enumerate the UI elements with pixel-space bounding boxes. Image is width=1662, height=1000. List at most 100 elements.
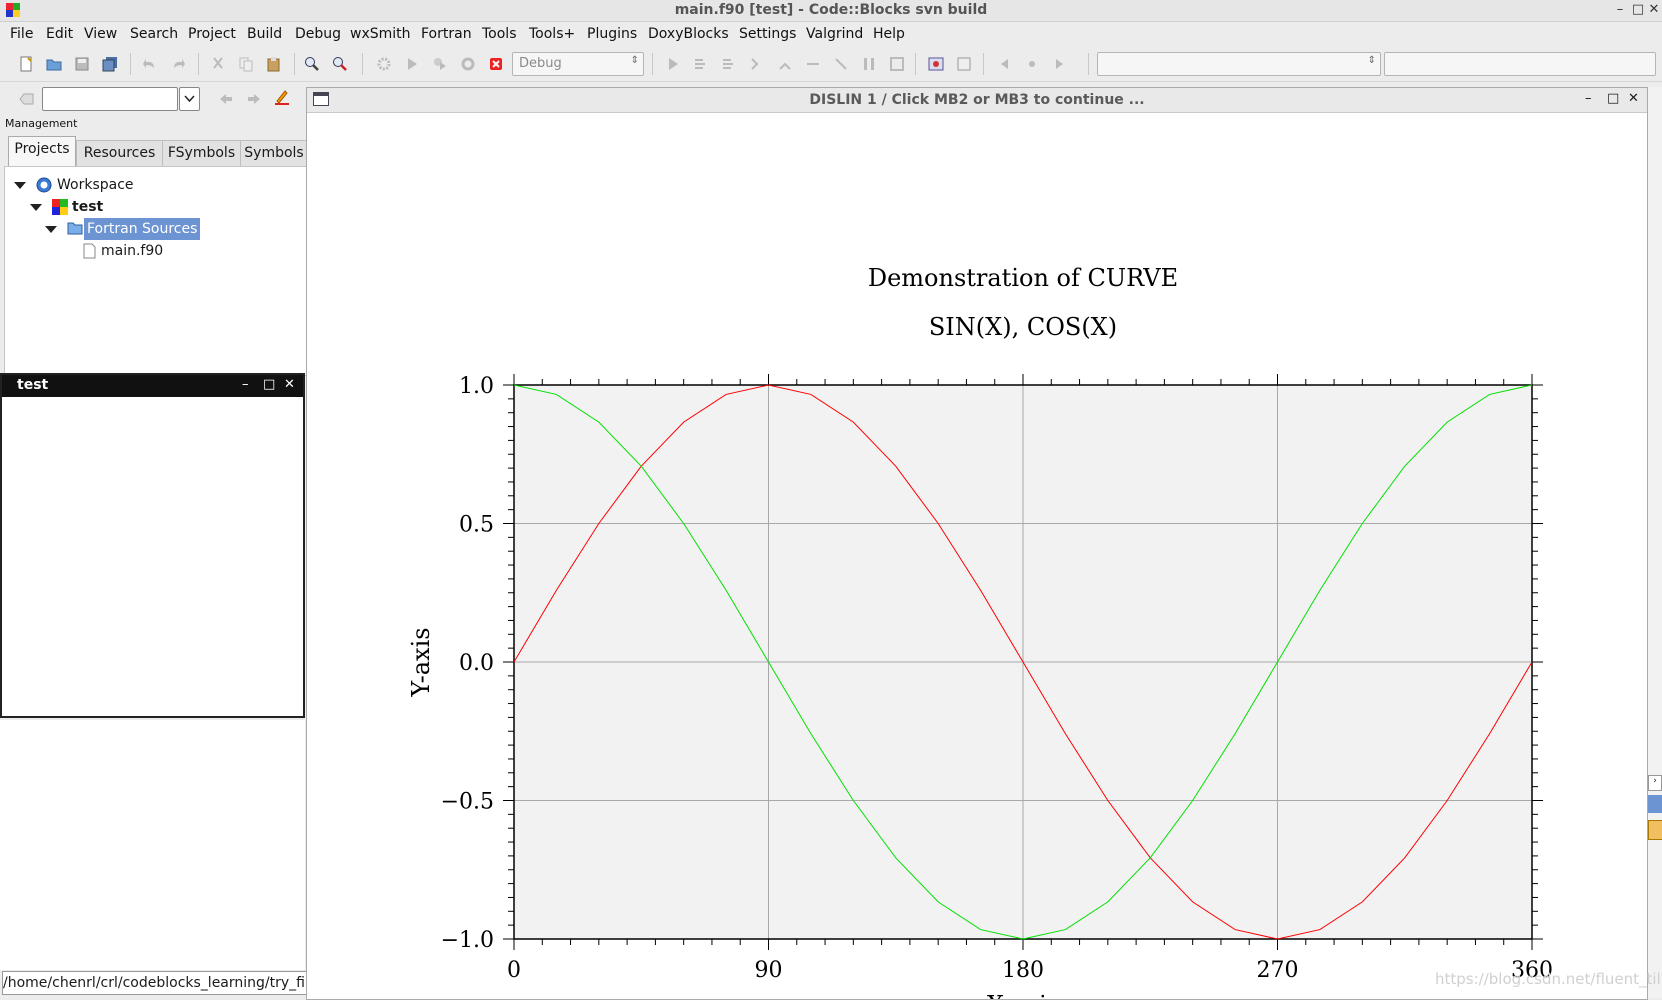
test-panel-header: test – □ ✕ [2,375,303,397]
maximize-icon[interactable]: □ [263,377,275,392]
expand-project-icon[interactable] [30,204,42,211]
menu-debug[interactable]: Debug [295,26,341,42]
menu-edit[interactable]: Edit [46,26,73,42]
search-prev-icon[interactable] [218,91,234,107]
menu-wxsmith[interactable]: wxSmith [350,26,411,42]
menu-tools[interactable]: Tools [482,26,517,42]
maximize-icon[interactable]: □ [1607,91,1619,106]
clear-search-icon[interactable] [18,91,34,107]
menu-project[interactable]: Project [188,26,236,42]
x-tick-label: 0 [507,958,521,983]
find-icon[interactable] [304,56,320,72]
dislin-title-bar: DISLIN 1 / Click MB2 or MB3 to continue … [307,88,1647,113]
search-input[interactable] [42,87,178,111]
status-path: /home/chenrl/crl/codeblocks_learning/try… [2,971,307,995]
project-icon [52,199,68,215]
menu-file[interactable]: File [10,26,33,42]
test-panel-title: test [17,377,49,393]
jump-forward-icon[interactable] [1052,56,1068,72]
scope-select[interactable]: ⇕ [1097,52,1381,76]
menu-plugins[interactable]: Plugins [587,26,637,42]
save-icon[interactable] [74,56,90,72]
chevron-right-icon[interactable]: › [1648,775,1662,791]
rebuild-icon[interactable] [460,56,476,72]
x-tick-label: 90 [755,958,783,983]
expand-workspace-icon[interactable] [14,182,26,189]
y-tick-label: 0.0 [459,651,494,676]
step-out-icon[interactable] [777,56,793,72]
menu-help[interactable]: Help [873,26,905,42]
spin-arrows-icon: ⇕ [1367,55,1376,66]
tree-project-test[interactable]: test [72,196,103,218]
menu-fortran[interactable]: Fortran [421,26,472,42]
cut-icon[interactable] [210,56,226,72]
open-folder-icon[interactable] [46,56,62,72]
new-file-icon[interactable] [18,56,34,72]
curve-plot: 0 90 180 270 3601.00.50.0−0.5−1.0Demonstrati… [407,264,1553,999]
chevron-down-icon [184,95,195,103]
scroll-marker [1648,795,1662,813]
debug-continue-icon[interactable] [665,56,681,72]
run-to-cursor-icon[interactable] [693,56,709,72]
tree-fortran-sources[interactable]: Fortran Sources [84,218,201,240]
minimize-icon[interactable]: – [1612,2,1628,18]
function-select[interactable] [1384,52,1656,76]
build-run-icon[interactable] [432,56,448,72]
tab-fsymbols[interactable]: FSymbols [162,140,241,167]
menu-bar: File Edit View Search Project Build Debu… [0,22,1662,46]
menu-doxyblocks[interactable]: DoxyBlocks [648,26,729,42]
build-target-select[interactable]: Debug ⇕ [512,52,644,76]
close-icon[interactable]: ✕ [1646,2,1662,18]
search-next-icon[interactable] [246,91,262,107]
pause-icon[interactable] [861,56,877,72]
x-tick-label: 270 [1257,958,1299,983]
debug-info-icon[interactable] [956,56,972,72]
redo-icon[interactable] [170,56,186,72]
abort-icon[interactable] [488,56,504,72]
step-instruction-icon[interactable] [833,56,849,72]
undo-icon[interactable] [142,56,158,72]
minimize-icon[interactable]: – [242,377,249,392]
bookmark-icon[interactable] [1024,56,1040,72]
copy-icon[interactable] [238,56,254,72]
folder-open-icon [67,222,83,235]
jump-back-icon[interactable] [996,56,1012,72]
chart-subtitle: SIN(X), COS(X) [929,313,1117,341]
save-all-icon[interactable] [102,56,118,72]
file-icon [83,243,96,259]
note-icon [1648,820,1662,840]
tree-workspace[interactable]: Workspace [57,174,134,196]
menu-settings[interactable]: Settings [739,26,796,42]
paste-icon[interactable] [266,56,282,72]
maximize-icon[interactable]: □ [1630,2,1646,18]
tab-symbols[interactable]: Symbols [240,140,308,167]
close-icon[interactable]: ✕ [284,377,295,392]
run-icon[interactable] [404,56,420,72]
build-gear-icon[interactable] [376,56,392,72]
debug-windows-icon[interactable] [928,56,944,72]
step-into-icon[interactable] [749,56,765,72]
management-label: Management [5,117,78,130]
replace-icon[interactable] [332,56,348,72]
tree-file-main-f90[interactable]: main.f90 [101,240,163,262]
tab-resources[interactable]: Resources [76,140,163,167]
y-tick-label: 1.0 [459,374,494,399]
tab-projects[interactable]: Projects [8,136,76,167]
highlight-icon[interactable] [274,89,290,105]
menu-view[interactable]: View [84,26,117,42]
stop-debug-icon[interactable] [889,56,905,72]
close-icon[interactable]: ✕ [1628,91,1639,106]
chart-title: Demonstration of CURVE [868,264,1178,292]
menu-build[interactable]: Build [247,26,282,42]
menu-valgrind[interactable]: Valgrind [806,26,863,42]
next-line-icon[interactable] [721,56,737,72]
minimize-icon[interactable]: – [1585,91,1592,106]
expand-folder-icon[interactable] [45,226,57,233]
menu-search[interactable]: Search [130,26,178,42]
spin-arrows-icon: ⇕ [630,55,639,66]
management-tabs: Projects Resources FSymbols Symbols [6,136,308,167]
dislin-title: DISLIN 1 / Click MB2 or MB3 to continue … [809,92,1145,108]
next-instruction-icon[interactable] [805,56,821,72]
search-dropdown-button[interactable] [179,87,200,111]
menu-tools-plus[interactable]: Tools+ [529,26,575,42]
